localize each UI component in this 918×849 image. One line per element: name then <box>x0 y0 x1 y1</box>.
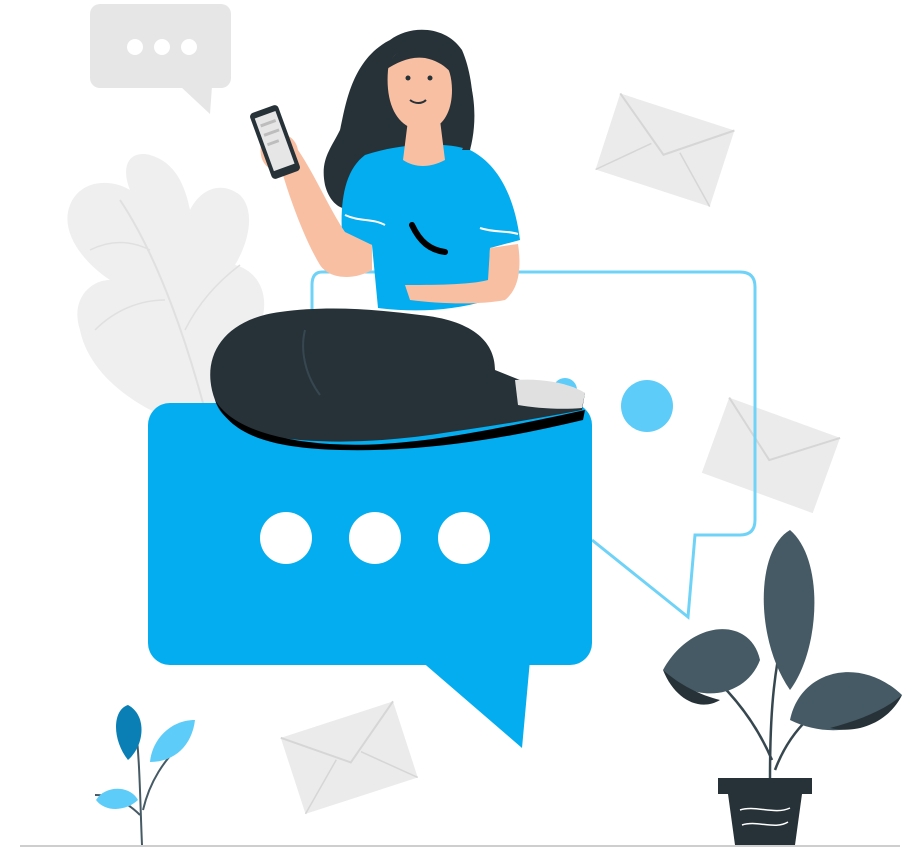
woman-figure <box>210 29 585 451</box>
top-chat-bubble-icon <box>90 4 231 114</box>
main-chat-bubble-icon <box>148 403 592 748</box>
envelope-icon-right <box>701 397 841 514</box>
illustration-scene <box>20 4 902 847</box>
envelope-icon-top <box>595 92 735 207</box>
potted-plant-icon <box>663 530 902 845</box>
small-plant-icon <box>94 705 195 846</box>
envelope-icon-bottom <box>280 700 419 815</box>
